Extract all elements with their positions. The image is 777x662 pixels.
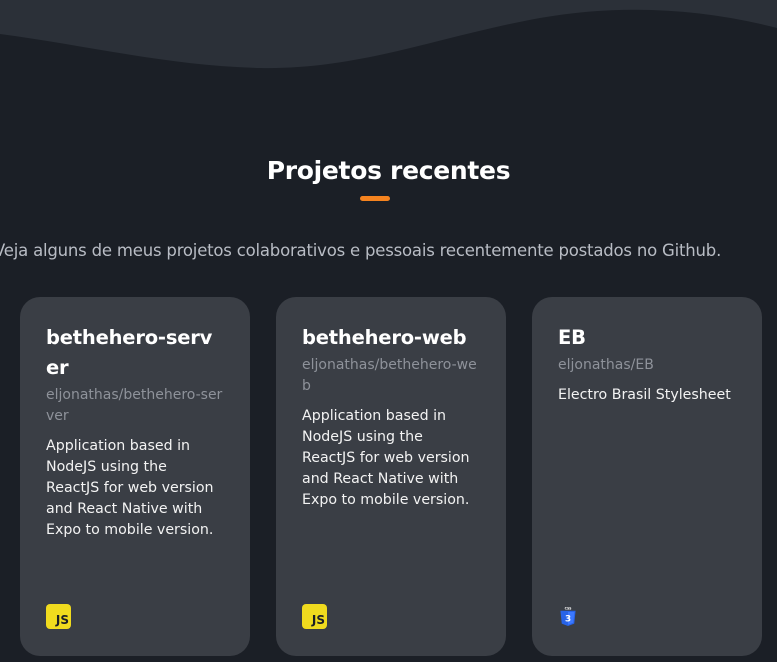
- project-name[interactable]: EB: [558, 323, 736, 353]
- project-card-bethehero-server[interactable]: bethehero-server eljonathas/bethehero-se…: [20, 297, 250, 656]
- javascript-icon-label: JS: [55, 613, 69, 627]
- project-description: Electro Brasil Stylesheet: [558, 387, 731, 403]
- project-card-bethehero-web[interactable]: bethehero-web eljonathas/bethehero-web A…: [276, 297, 506, 656]
- title-underline: [360, 196, 390, 201]
- section-subtitle: Veja alguns de meus projetos colaborativ…: [0, 241, 722, 260]
- css3-icon: CSS 3: [560, 607, 576, 626]
- javascript-icon-label: JS: [311, 613, 325, 627]
- project-repo: eljonathas/bethehero-server: [46, 387, 223, 424]
- project-name[interactable]: bethehero-server: [46, 323, 224, 383]
- javascript-icon: JS: [46, 604, 71, 629]
- javascript-icon: JS: [302, 604, 327, 629]
- section-title: Projetos recentes: [266, 156, 511, 185]
- header-wave: [0, 0, 777, 69]
- project-description: Application based in NodeJS using the Re…: [302, 408, 470, 508]
- project-repo: eljonathas/EB: [558, 357, 654, 373]
- project-description: Application based in NodeJS using the Re…: [46, 438, 214, 538]
- project-repo: eljonathas/bethehero-web: [302, 357, 477, 394]
- svg-text:CSS: CSS: [565, 607, 573, 611]
- svg-text:3: 3: [565, 615, 571, 625]
- project-name[interactable]: bethehero-web: [302, 323, 480, 353]
- project-card-eb[interactable]: EB eljonathas/EB Electro Brasil Styleshe…: [532, 297, 762, 656]
